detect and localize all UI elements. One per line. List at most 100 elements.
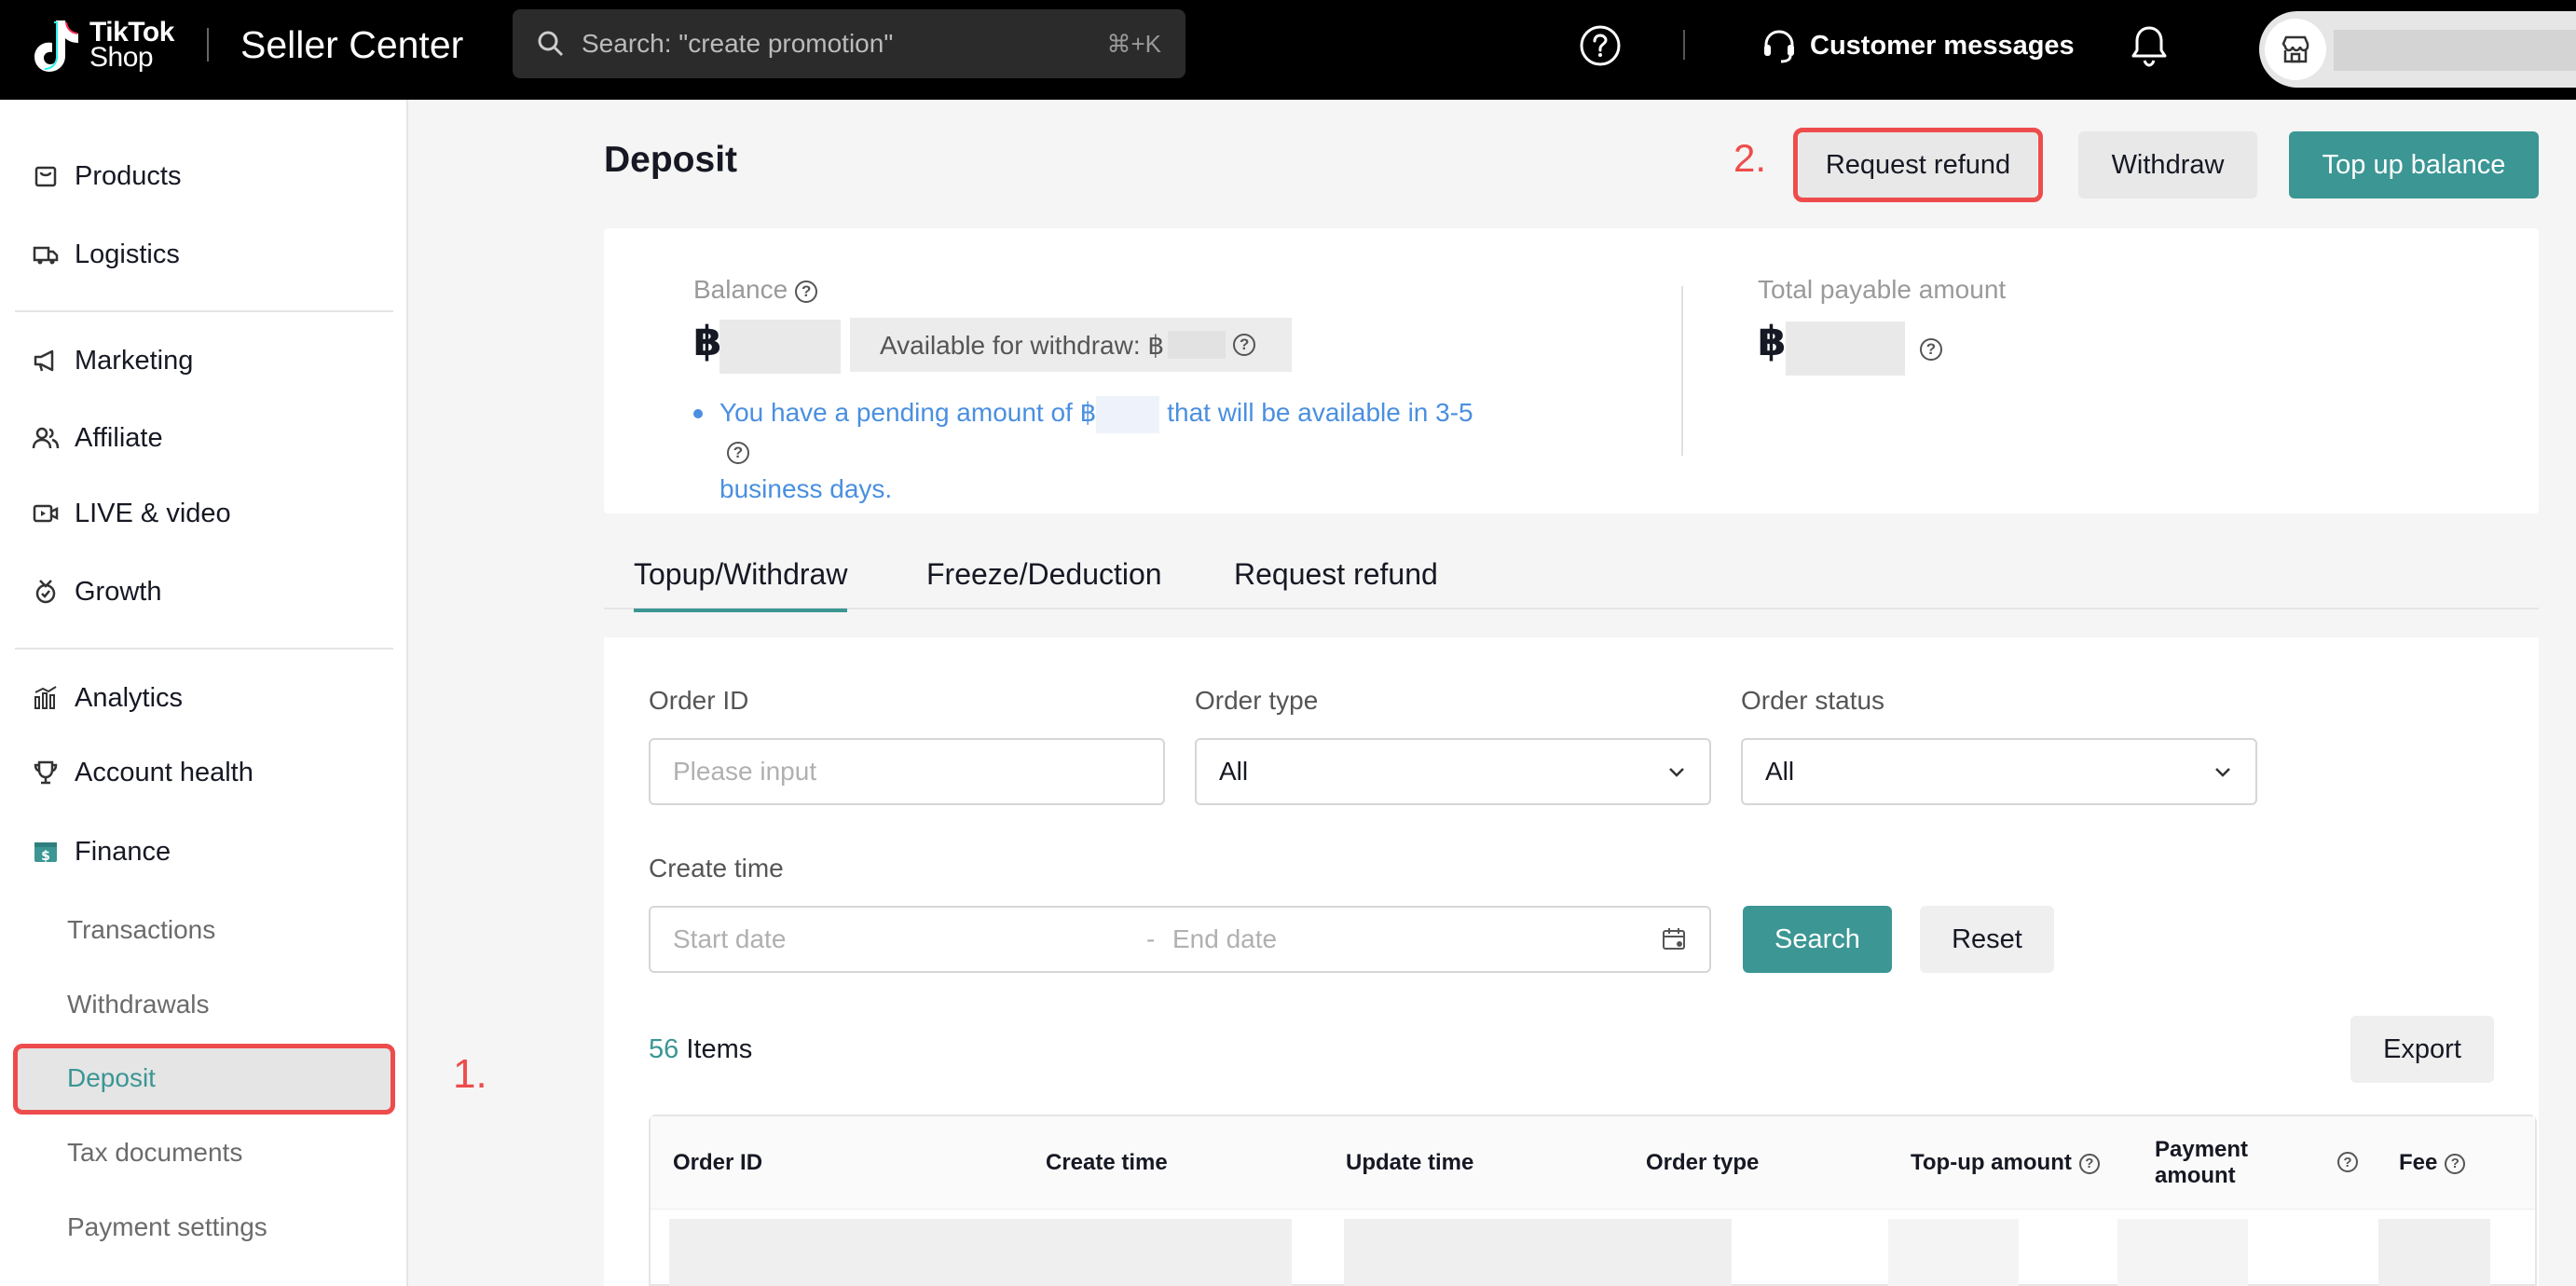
sidebar-item-account-health[interactable]: Account health (32, 749, 253, 796)
column-payment-amount: Payment amount (2155, 1137, 2249, 1188)
help-icon[interactable]: ? (2445, 1153, 2466, 1174)
customer-messages-label: Customer messages (1810, 30, 2075, 61)
withdraw-button[interactable]: Withdraw (2078, 131, 2257, 198)
pending-text-start: You have a pending amount of ฿ (719, 398, 1097, 427)
annotation-step-2: 2. (1733, 136, 1767, 180)
sidebar-item-label: Finance (75, 836, 171, 867)
column-update-time: Update time (1346, 1150, 1474, 1175)
account-menu[interactable] (2259, 11, 2576, 88)
megaphone-icon (34, 349, 54, 372)
total-payable-label: Total payable amount (1758, 275, 2007, 304)
sidebar-item-live-video[interactable]: LIVE & video (32, 490, 231, 537)
column-top-up-amount-label: Top-up amount (1911, 1150, 2072, 1175)
balance-divider (1681, 286, 1683, 456)
sidebar-sub-transactions[interactable]: Transactions (67, 907, 215, 953)
headset-icon (1764, 30, 1794, 63)
sidebar-item-label: Marketing (75, 345, 194, 376)
create-time-range-picker[interactable]: Start date - End date (649, 906, 1711, 973)
sidebar-sub-tax-documents[interactable]: Tax documents (67, 1129, 242, 1176)
order-status-select[interactable]: All (1741, 738, 2257, 805)
annotation-step-1: 1. (453, 1051, 487, 1097)
sidebar: Products Logistics Marketing Affiliate L… (0, 100, 408, 1286)
store-icon (2281, 35, 2309, 63)
global-search[interactable]: Search: "create promotion" ⌘+K (513, 9, 1185, 78)
help-icon[interactable]: ? (2337, 1152, 2358, 1172)
sidebar-item-label: Analytics (75, 682, 184, 713)
pending-amount-redacted (1096, 395, 1160, 433)
column-create-time: Create time (1046, 1150, 1168, 1175)
help-icon[interactable] (1579, 24, 1622, 67)
sidebar-item-label: Account health (75, 757, 253, 787)
available-for-withdraw: Available for withdraw: ฿ ? (850, 318, 1292, 372)
order-status-value: All (1765, 757, 1795, 786)
tab-request-refund[interactable]: Request refund (1234, 557, 1438, 592)
sidebar-item-affiliate[interactable]: Affiliate (32, 415, 163, 461)
sidebar-sub-deposit[interactable]: Deposit (67, 1055, 156, 1101)
tiktok-shop-logo[interactable]: TikTok Shop (28, 15, 174, 75)
pending-text-line2: business days. (719, 473, 893, 503)
chevron-down-icon (1669, 768, 1684, 777)
create-time-label: Create time (649, 854, 784, 882)
calendar-icon (1663, 928, 1685, 950)
help-icon[interactable]: ? (727, 442, 749, 465)
help-icon[interactable]: ? (1920, 338, 1942, 361)
sidebar-item-label: Products (75, 160, 182, 191)
available-amount-redacted (1168, 331, 1226, 359)
start-date-placeholder: Start date (673, 924, 787, 953)
sidebar-item-analytics[interactable]: Analytics (32, 675, 183, 721)
column-order-type: Order type (1646, 1150, 1760, 1175)
sidebar-divider (15, 310, 393, 312)
balance-currency: ฿ (693, 319, 722, 364)
sidebar-item-growth[interactable]: Growth (32, 568, 161, 615)
order-status-label: Order status (1741, 686, 1885, 715)
results-count: 56 Items (649, 1034, 752, 1065)
dollar-icon: $ (34, 842, 57, 864)
tab-topup-withdraw[interactable]: Topup/Withdraw (634, 557, 848, 612)
logo-line-1: TikTok (89, 17, 174, 48)
sidebar-item-marketing[interactable]: Marketing (32, 337, 193, 384)
table-header: Order ID Create time Update time Order t… (651, 1116, 2535, 1210)
svg-text:$: $ (41, 849, 50, 864)
order-type-label: Order type (1195, 686, 1319, 715)
sidebar-divider (15, 648, 393, 650)
sidebar-item-label: LIVE & video (75, 498, 231, 528)
logo-divider (207, 28, 209, 62)
help-icon[interactable]: ? (795, 280, 818, 303)
sidebar-item-products[interactable]: Products (32, 153, 181, 199)
table-row-redacted (2117, 1219, 2248, 1286)
payable-amount-redacted (1786, 322, 1905, 376)
tab-freeze-deduction[interactable]: Freeze/Deduction (926, 557, 1162, 592)
reset-button[interactable]: Reset (1920, 906, 2054, 973)
sidebar-item-finance[interactable]: $ Finance (32, 828, 171, 875)
sidebar-sub-withdrawals[interactable]: Withdrawals (67, 981, 209, 1028)
pending-bullet (693, 409, 703, 418)
balance-label-row: Balance? (693, 275, 818, 305)
sidebar-item-logistics[interactable]: Logistics (32, 231, 180, 278)
column-top-up-amount: Top-up amount? (1911, 1150, 2100, 1176)
help-icon[interactable]: ? (1233, 334, 1256, 356)
table-row-redacted (669, 1219, 1292, 1286)
order-id-input[interactable]: Please input (649, 738, 1165, 805)
chevron-down-icon (2215, 768, 2230, 777)
table-row-redacted (1344, 1219, 1732, 1286)
date-range-separator: - (1146, 924, 1156, 953)
customer-messages-button[interactable]: Customer messages (1760, 24, 2075, 67)
column-fee: Fee? (2399, 1150, 2466, 1176)
search-button[interactable]: Search (1743, 906, 1892, 973)
help-icon[interactable]: ? (2078, 1153, 2100, 1174)
order-id-label: Order ID (649, 686, 749, 715)
balance-amount-redacted (719, 320, 841, 374)
bell-icon[interactable] (2129, 22, 2170, 69)
export-button[interactable]: Export (2350, 1016, 2494, 1083)
topbar-separator (1683, 30, 1685, 60)
sidebar-item-label: Affiliate (75, 422, 163, 453)
top-up-balance-button[interactable]: Top up balance (2289, 131, 2539, 198)
order-type-select[interactable]: All (1195, 738, 1711, 805)
sidebar-sub-payment-settings[interactable]: Payment settings (67, 1204, 267, 1251)
end-date-placeholder: End date (1172, 924, 1278, 953)
growth-icon (35, 580, 56, 604)
table-row-redacted (1888, 1219, 2019, 1286)
table-row-redacted (2378, 1219, 2490, 1286)
pending-text-end: that will be available in 3-5 (1167, 398, 1473, 427)
top-bar: TikTok Shop Seller Center Search: "creat… (0, 0, 2576, 100)
